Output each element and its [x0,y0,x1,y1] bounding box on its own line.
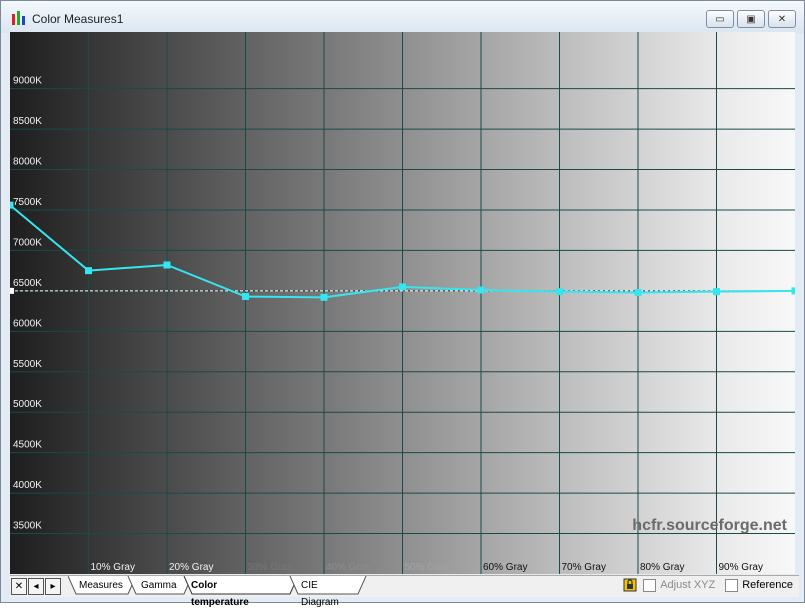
y-tick-label: 7000K [13,237,42,248]
data-point [163,261,171,269]
y-tick-label: 8500K [13,116,42,127]
x-tick-label: 90% Gray [719,562,763,573]
restore-button[interactable]: ▣ [737,10,765,28]
y-tick-label: 5000K [13,399,42,410]
x-tick-label: 70% Gray [562,562,606,573]
chart-svg: 3500K 4000K 4500K 5000K 5500K 6000K 6500K 7000K… [10,32,795,574]
title-bar: Color Measures1 ▭ ▣ ✕ [1,1,804,33]
tab-measures[interactable]: Measures [79,577,123,594]
close-doc-icon[interactable]: ✕ [11,578,27,595]
tab-color-temperature[interactable]: Color temperature [191,577,249,608]
data-point [399,283,406,291]
y-tick-label: 5500K [13,359,42,370]
footer-bar: ✕ ◂ ▸ Measures Gamma Color temperature C… [10,575,799,608]
x-tick-label: 60% Gray [483,562,527,573]
adjust-xyz-checkbox[interactable] [643,578,657,592]
x-tick-label: 80% Gray [640,562,684,573]
data-point [791,287,795,295]
x-tick-label: 10% Gray [91,562,135,573]
data-point [556,288,563,296]
tab-gamma[interactable]: Gamma [141,577,177,594]
x-tick-label: 50% Gray [405,562,449,573]
x-tick-label: 20% Gray [169,562,213,573]
data-point [477,286,485,294]
data-point [242,293,249,301]
window-title: Color Measures1 [32,12,124,26]
color-temperature-chart: 3500K 4000K 4500K 5000K 5500K 6000K 6500K 7000K… [10,32,795,574]
reference-label: Reference [742,579,793,591]
data-point [634,288,642,296]
y-tick-label: 3500K [13,521,42,532]
tab-cie-diagram[interactable]: CIE Diagram [301,577,339,608]
y-tick-label: 8000K [13,157,42,168]
reference-checkbox[interactable] [725,578,739,592]
bar-chart-icon [12,11,25,25]
y-tick-label: 4000K [13,480,42,491]
x-tick-label: 40% Gray [326,562,370,573]
minimize-button[interactable]: ▭ [706,10,734,28]
y-tick-label: 7500K [13,197,42,208]
data-point [85,267,92,275]
y-tick-label: 6500K [13,278,42,289]
adjust-xyz-label: Adjust XYZ [660,579,716,591]
data-point [713,288,720,296]
y-tick-label: 6000K [13,318,42,329]
reference-marker [10,287,14,294]
watermark-text: hcfr.sourceforge.net [632,517,787,534]
x-tick-label: 30% Gray [248,562,292,573]
color-measures-window: Color Measures1 ▭ ▣ ✕ 3500K 4000K 4500K 500… [0,0,805,608]
data-point [10,201,14,209]
prev-tab-icon[interactable]: ◂ [28,578,44,595]
data-point [320,293,328,301]
close-button[interactable]: ✕ [768,10,796,28]
y-tick-label: 9000K [13,76,42,87]
lock-icon[interactable] [623,578,637,592]
y-tick-label: 4500K [13,440,42,451]
next-tab-icon[interactable]: ▸ [45,578,61,595]
